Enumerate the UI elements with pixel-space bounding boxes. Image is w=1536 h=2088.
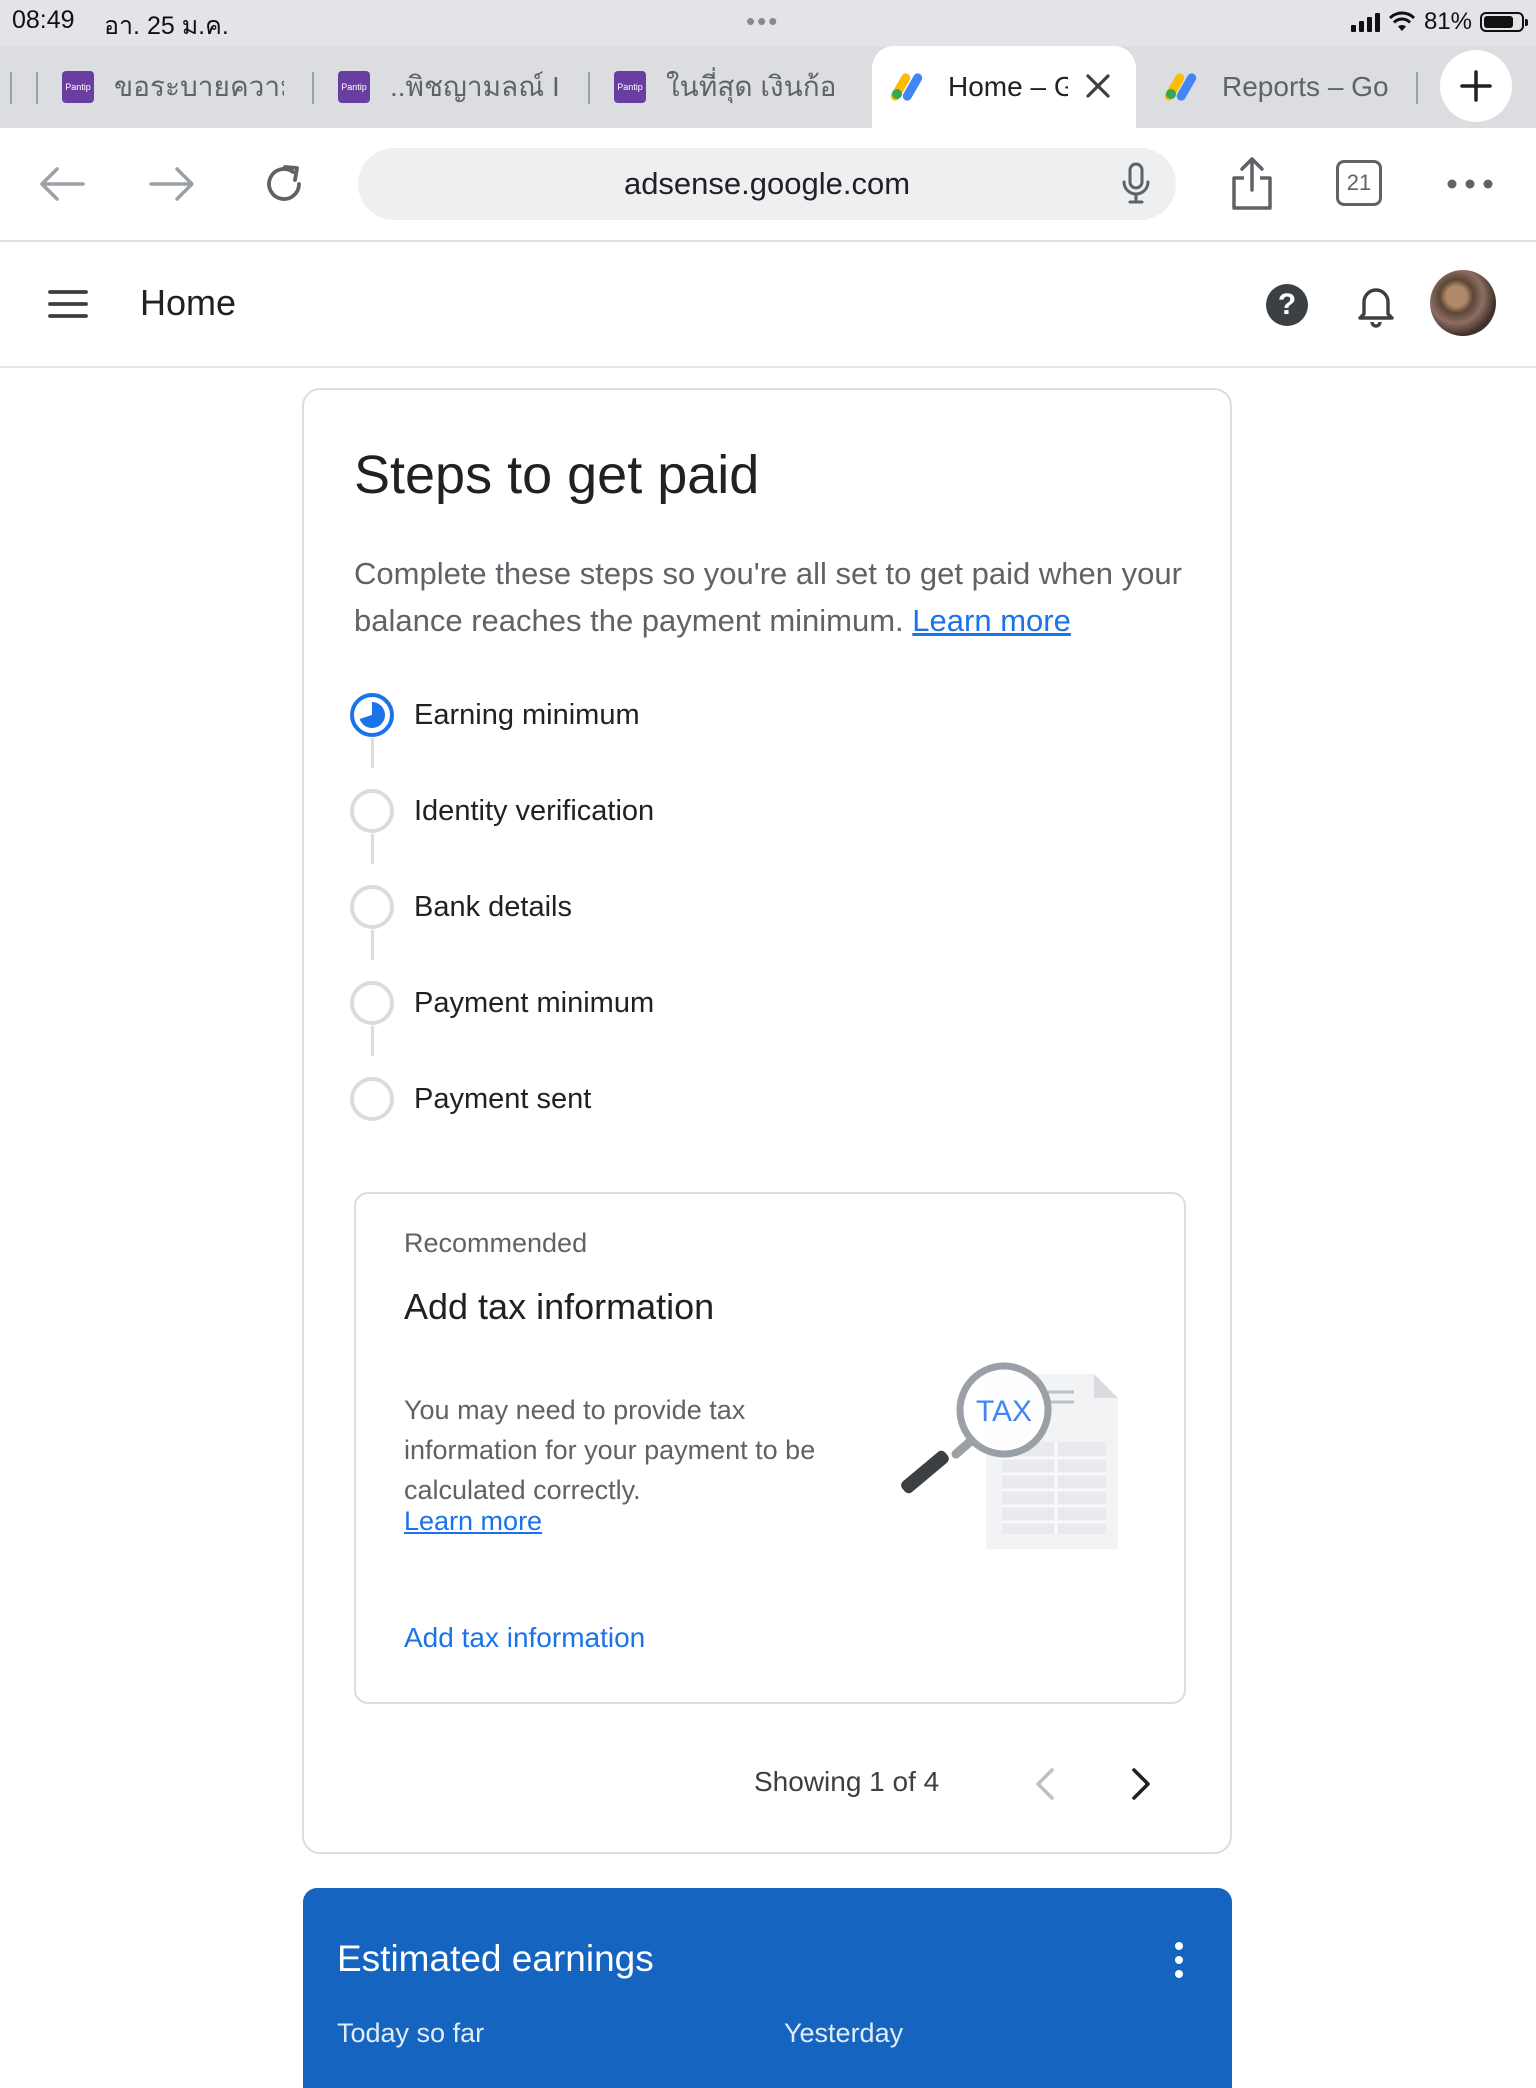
step-label: Bank details [414,890,572,923]
step-pending-icon [350,789,394,833]
arrow-right-icon [149,167,194,201]
tab-separator [1416,72,1418,104]
recommendation-kicker: Recommended [404,1228,588,1258]
browser-toolbar: adsense.google.com 21 [0,128,1536,242]
pantip-icon: Pantip [62,71,94,103]
step-earning-minimum: Earning minimum [350,690,640,740]
recommendation-card: Recommended Add tax information You may … [354,1192,1186,1704]
help-icon[interactable]: ? [1266,284,1308,326]
pantip-icon: Pantip [614,71,646,103]
step-label: Earning minimum [414,698,640,731]
step-label: Payment minimum [414,986,655,1019]
multitask-dots-icon[interactable]: ••• [746,6,779,37]
steps-to-get-paid-card: Steps to get paid Complete these steps s… [302,388,1232,1854]
learn-more-link[interactable]: Learn more [912,603,1071,638]
step-identity-verification: Identity verification [350,786,654,836]
card-title: Steps to get paid [354,445,760,505]
close-tab-icon[interactable] [1078,66,1118,106]
hamburger-menu-icon[interactable] [44,280,92,328]
step-connector [371,738,374,768]
tab-title: ในที่สุด เงินก้อน [666,71,836,102]
status-indicators: 81% [1350,6,1528,38]
status-bar: 08:49 อา. 25 ม.ค. ••• 81% [0,0,1536,46]
tax-document-illustration-icon: TAX [901,1362,1118,1549]
url-text: adsense.google.com [623,166,911,201]
step-payment-sent: Payment sent [350,1074,591,1124]
more-horizontal-icon [1447,179,1493,189]
reload-button[interactable] [254,154,314,214]
tab-separator [588,72,590,104]
tab-strip: Pantip ขอระบายความ Pantip ..พิชญามลณ์ I.… [0,46,1536,128]
chevron-left-icon[interactable] [1022,1760,1070,1808]
tab-pantip-3[interactable]: Pantip ในที่สุด เงินก้อน [614,46,864,128]
tab-separator [10,72,12,104]
microphone-icon [1122,162,1150,204]
pager-text: Showing 1 of 4 [754,1766,940,1797]
estimated-earnings-card: Estimated earnings Today so far Yesterda… [303,1888,1232,2088]
chevron-right-icon[interactable] [1116,1760,1164,1808]
step-payment-minimum: Payment minimum [350,978,654,1028]
tab-title: Home – G [948,71,1068,102]
recommendation-learn-more-link[interactable]: Learn more [404,1506,542,1537]
tab-adsense-reports[interactable]: Reports – Go [1163,46,1416,128]
step-pending-icon [350,1077,394,1121]
pantip-icon: Pantip [338,71,370,103]
cellular-signal-icon [1350,12,1380,32]
tab-switcher-button[interactable]: 21 [1336,160,1382,206]
tab-title: ขอระบายความ [114,71,284,102]
plus-icon [1460,70,1492,102]
page-title: Home [140,282,237,323]
reload-icon [267,165,301,201]
recommendation-body: You may need to provide tax information … [404,1395,816,1505]
status-date: อา. 25 ม.ค. [104,12,229,40]
earnings-title: Estimated earnings [337,1938,654,1979]
today-so-far-label: Today so far [337,2018,485,2048]
more-menu-button[interactable] [1440,154,1500,214]
tab-pantip-2[interactable]: Pantip ..พิชญามลณ์ I. [338,46,578,128]
address-bar[interactable]: adsense.google.com [358,148,1176,220]
card-intro: Complete these steps so you're all set t… [354,550,1194,644]
new-tab-button[interactable] [1440,50,1512,122]
adsense-icon [1163,71,1202,103]
back-button[interactable] [32,154,92,214]
battery-icon [1480,12,1528,32]
tab-adsense-home[interactable]: Home – G [872,46,1136,128]
step-pending-icon [350,885,394,929]
adsense-icon [889,71,928,103]
more-vertical-icon[interactable] [1161,1940,1197,1980]
wifi-icon [1388,11,1416,31]
yesterday-label: Yesterday [784,2018,904,2048]
step-connector [371,834,374,864]
tab-title: ..พิชญามลณ์ I. [390,71,560,102]
tab-separator [312,72,314,104]
step-connector [371,930,374,960]
share-icon [1232,157,1272,210]
avatar[interactable] [1430,270,1496,336]
tab-title: Reports – Go [1222,71,1389,102]
voice-search-button[interactable] [1110,158,1162,210]
forward-button[interactable] [142,154,202,214]
arrow-left-icon [40,167,85,201]
bell-icon[interactable] [1352,280,1400,328]
illustration-text: TAX [976,1395,1032,1428]
recommendation-pager: Showing 1 of 4 [754,1754,1204,1814]
recommendation-title: Add tax information [404,1286,715,1327]
status-time: 08:49 [12,6,75,34]
step-label: Identity verification [414,794,655,827]
step-bank-details: Bank details [350,882,572,932]
app-header: Home ? [0,242,1536,368]
step-connector [371,1026,374,1056]
share-button[interactable] [1222,154,1282,214]
step-progress-icon [350,693,394,737]
step-label: Payment sent [414,1082,592,1115]
add-tax-information-button[interactable]: Add tax information [404,1622,645,1654]
tab-pantip-1[interactable]: Pantip ขอระบายความ [62,46,302,128]
step-pending-icon [350,981,394,1025]
battery-percent: 81% [1423,8,1472,35]
tab-separator [36,72,38,104]
